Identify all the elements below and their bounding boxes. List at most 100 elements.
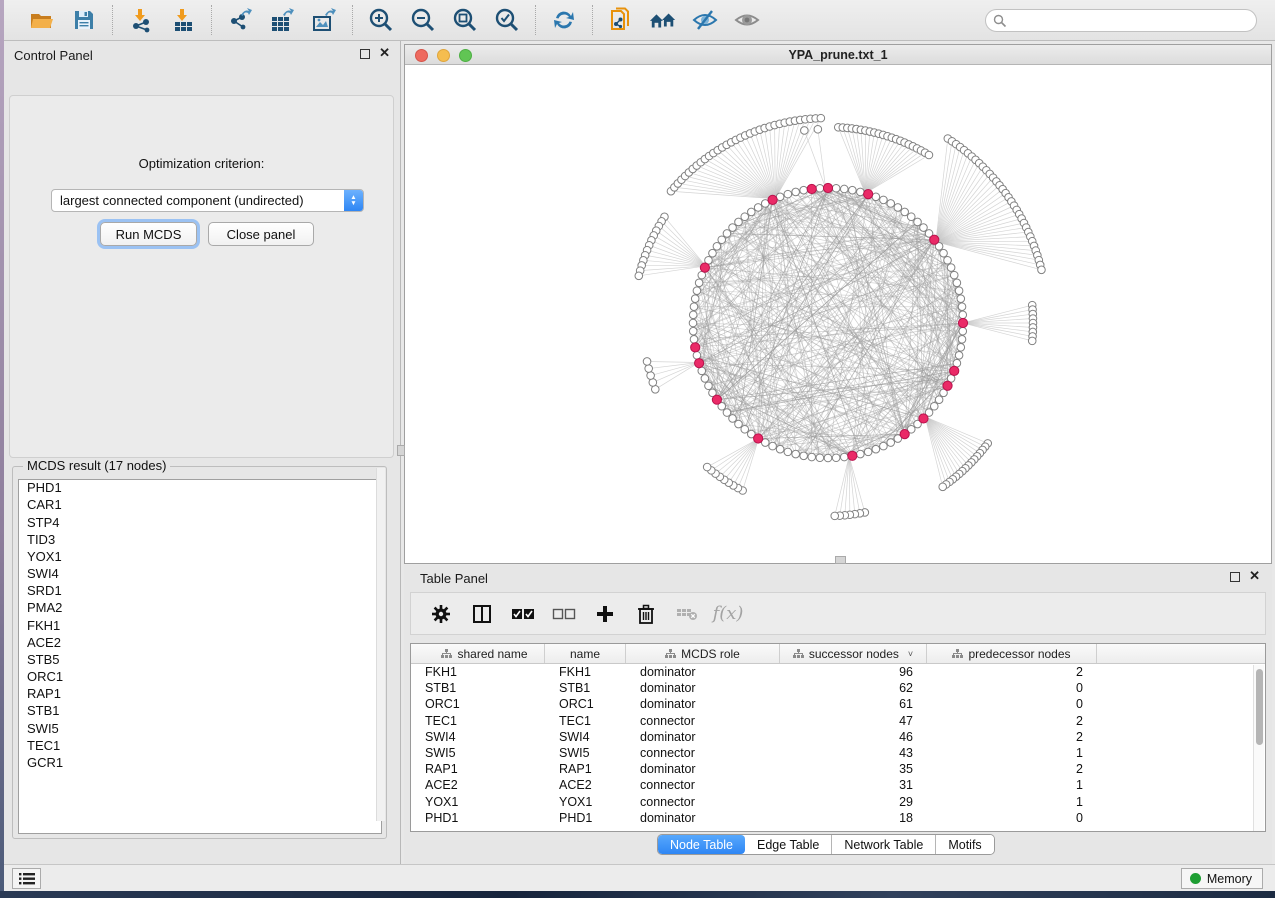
graph-node[interactable] xyxy=(935,396,943,404)
graph-satellite-node[interactable] xyxy=(635,272,643,280)
graph-node[interactable] xyxy=(824,454,832,462)
graph-mcds-hub-node[interactable] xyxy=(754,434,763,443)
mcds-result-node[interactable]: FKH1 xyxy=(19,617,381,634)
vertical-splitter-handle[interactable] xyxy=(397,445,405,456)
graph-node[interactable] xyxy=(907,213,915,221)
graph-node[interactable] xyxy=(840,453,848,461)
graph-node[interactable] xyxy=(957,295,965,303)
graph-node[interactable] xyxy=(944,256,952,264)
hide-elements-button[interactable] xyxy=(691,6,719,34)
mcds-result-node[interactable]: PMA2 xyxy=(19,600,381,617)
graph-node[interactable] xyxy=(690,303,698,311)
graph-node[interactable] xyxy=(729,415,737,423)
graph-satellite-node[interactable] xyxy=(814,125,822,133)
graph-node[interactable] xyxy=(689,327,697,335)
mcds-result-node[interactable]: SWI5 xyxy=(19,720,381,737)
graph-node[interactable] xyxy=(701,375,709,383)
column-header-predecessor-nodes[interactable]: predecessor nodes xyxy=(927,644,1097,663)
table-row[interactable]: PHD1 PHD1 dominator 18 0 xyxy=(411,810,1265,826)
graph-node[interactable] xyxy=(784,190,792,198)
column-header-mcds-role[interactable]: MCDS role xyxy=(626,644,780,663)
mcds-result-node[interactable]: RAP1 xyxy=(19,686,381,703)
graph-node[interactable] xyxy=(735,420,743,428)
mcds-list-scrollbar[interactable] xyxy=(376,468,385,821)
import-table-button[interactable] xyxy=(169,6,197,34)
graph-node[interactable] xyxy=(816,184,824,192)
table-options-button[interactable] xyxy=(429,602,453,626)
graph-mcds-hub-node[interactable] xyxy=(919,414,928,423)
graph-mcds-hub-node[interactable] xyxy=(930,235,939,244)
graph-node[interactable] xyxy=(816,454,824,462)
export-image-button[interactable] xyxy=(310,6,338,34)
mcds-result-node[interactable]: GCR1 xyxy=(19,755,381,772)
graph-mcds-hub-node[interactable] xyxy=(712,395,721,404)
mcds-result-node[interactable]: STB1 xyxy=(19,703,381,720)
home-networks-button[interactable] xyxy=(649,6,677,34)
tab-edge-table[interactable]: Edge Table xyxy=(745,835,832,854)
graph-node[interactable] xyxy=(691,295,699,303)
graph-node[interactable] xyxy=(718,236,726,244)
mcds-result-node[interactable]: STP4 xyxy=(19,514,381,531)
column-header-name[interactable]: name xyxy=(545,644,626,663)
open-file-button[interactable] xyxy=(28,6,56,34)
graph-node[interactable] xyxy=(880,442,888,450)
graph-node[interactable] xyxy=(955,287,963,295)
graph-satellite-node[interactable] xyxy=(831,512,839,520)
graph-satellite-node[interactable] xyxy=(801,127,809,135)
select-all-rows-button[interactable] xyxy=(511,602,535,626)
mcds-result-node[interactable]: YOX1 xyxy=(19,549,381,566)
table-row[interactable]: FKH1 FKH1 dominator 96 2 xyxy=(411,664,1265,680)
graph-satellite-node[interactable] xyxy=(647,372,655,380)
mcds-result-node[interactable]: TEC1 xyxy=(19,738,381,755)
graph-node[interactable] xyxy=(950,271,958,279)
table-scrollbar[interactable] xyxy=(1253,665,1264,831)
tab-network-table[interactable]: Network Table xyxy=(832,835,936,854)
deselect-all-rows-button[interactable] xyxy=(552,602,576,626)
graph-node[interactable] xyxy=(857,450,865,458)
graph-node[interactable] xyxy=(693,352,701,360)
close-panel-button[interactable]: Close panel xyxy=(208,222,314,246)
zoom-out-button[interactable] xyxy=(409,6,437,34)
graph-satellite-node[interactable] xyxy=(817,114,825,122)
graph-mcds-hub-node[interactable] xyxy=(768,195,777,204)
graph-node[interactable] xyxy=(723,409,731,417)
graph-satellite-node[interactable] xyxy=(925,151,933,159)
run-mcds-button[interactable]: Run MCDS xyxy=(100,222,197,246)
mcds-result-node[interactable]: STB5 xyxy=(19,652,381,669)
graph-node[interactable] xyxy=(705,382,713,390)
search-input[interactable] xyxy=(1007,10,1256,31)
graph-node[interactable] xyxy=(959,311,967,319)
clone-network-button[interactable] xyxy=(607,6,635,34)
table-row[interactable]: STB1 STB1 dominator 62 0 xyxy=(411,680,1265,696)
graph-node[interactable] xyxy=(958,303,966,311)
mcds-result-node[interactable]: SRD1 xyxy=(19,583,381,600)
zoom-selected-button[interactable] xyxy=(493,6,521,34)
graph-mcds-hub-node[interactable] xyxy=(823,183,832,192)
tab-node-table[interactable]: Node Table xyxy=(658,835,745,854)
graph-node[interactable] xyxy=(769,442,777,450)
graph-node[interactable] xyxy=(958,335,966,343)
mcds-result-node[interactable]: PHD1 xyxy=(19,480,381,497)
graph-satellite-node[interactable] xyxy=(939,483,947,491)
add-column-button[interactable] xyxy=(593,602,617,626)
table-row[interactable]: TEC1 TEC1 connector 47 2 xyxy=(411,713,1265,729)
optimization-criterion-dropdown[interactable]: largest connected component (undirected)… xyxy=(51,189,364,212)
close-table-panel-icon[interactable]: ✕ xyxy=(1249,569,1260,583)
graph-node[interactable] xyxy=(953,279,961,287)
mcds-result-node[interactable]: TID3 xyxy=(19,532,381,549)
graph-mcds-hub-node[interactable] xyxy=(900,430,909,439)
graph-node[interactable] xyxy=(872,445,880,453)
graph-mcds-hub-node[interactable] xyxy=(950,366,959,375)
table-row[interactable]: RAP1 RAP1 dominator 35 2 xyxy=(411,761,1265,777)
graph-node[interactable] xyxy=(723,230,731,238)
graph-node[interactable] xyxy=(920,224,928,232)
graph-node[interactable] xyxy=(849,186,857,194)
graph-node[interactable] xyxy=(894,204,902,212)
graph-node[interactable] xyxy=(713,243,721,251)
graph-node[interactable] xyxy=(689,319,697,327)
graph-node[interactable] xyxy=(832,454,840,462)
graph-node[interactable] xyxy=(784,448,792,456)
graph-node[interactable] xyxy=(800,452,808,460)
graph-node[interactable] xyxy=(693,287,701,295)
close-panel-icon[interactable]: ✕ xyxy=(379,46,390,60)
